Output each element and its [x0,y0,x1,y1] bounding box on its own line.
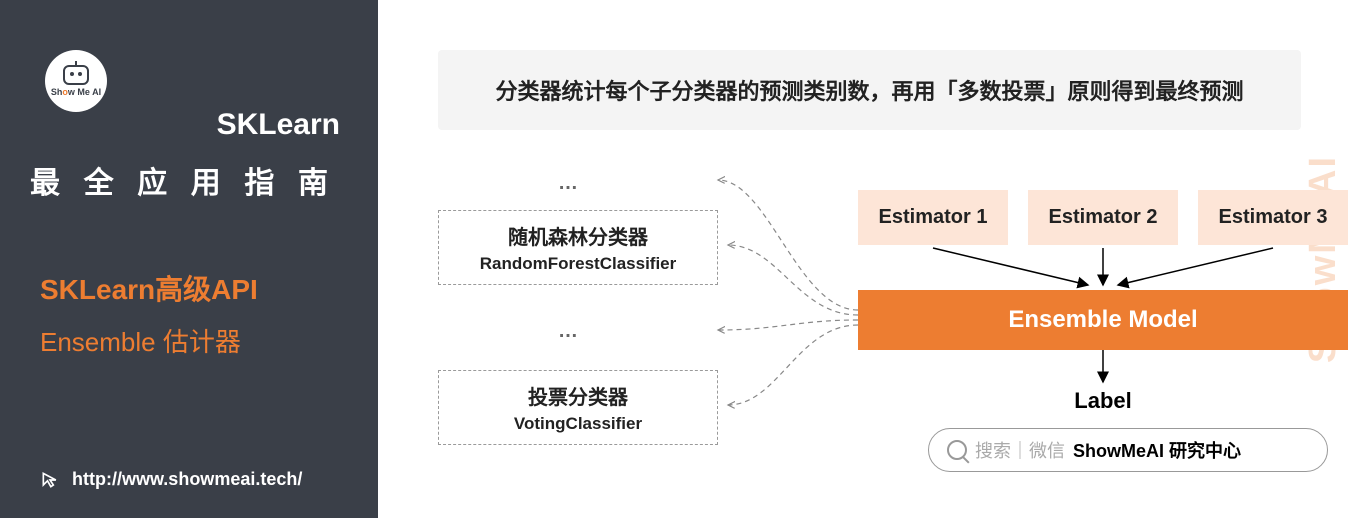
search-hint: 搜索｜微信 [975,437,1065,463]
logo-text: Show Me AI [51,87,101,97]
sidebar-ensemble-title: Ensemble 估计器 [40,322,241,359]
box-title: 随机森林分类器 [449,221,707,250]
estimator-3: Estimator 3 [1198,190,1348,245]
estimator-2: Estimator 2 [1028,190,1178,245]
box-subtitle: VotingClassifier [449,414,707,434]
sidebar-api-title: SKLearn高级API [40,268,258,308]
box-title: 投票分类器 [449,381,707,410]
logo: Show Me AI [45,50,107,112]
content: ShowMeAI 分类器统计每个子分类器的预测类别数，再用「多数投票」原则得到最… [378,0,1361,518]
ensemble-model-box: Ensemble Model [858,290,1348,350]
random-forest-box: 随机森林分类器 RandomForestClassifier [438,210,718,285]
estimator-1: Estimator 1 [858,190,1008,245]
sidebar-subtitle: 最全应用指南 [30,158,340,202]
sidebar-link[interactable]: http://www.showmeai.tech/ [40,469,302,490]
dots-1: … [558,172,578,195]
label-text: Label [858,388,1348,414]
diagram: … 随机森林分类器 RandomForestClassifier … 投票分类器… [418,150,1321,510]
dots-2: … [558,320,578,343]
box-subtitle: RandomForestClassifier [449,254,707,274]
headline: 分类器统计每个子分类器的预测类别数，再用「多数投票」原则得到最终预测 [438,50,1301,130]
search-box[interactable]: 搜索｜微信 ShowMeAI 研究中心 [928,428,1328,472]
search-icon [947,440,967,460]
sidebar: Show Me AI SKLearn 最全应用指南 SKLearn高级API E… [0,0,378,518]
sidebar-title: SKLearn [217,108,340,142]
search-brand: ShowMeAI 研究中心 [1073,437,1241,463]
cursor-icon [40,470,60,490]
voting-classifier-box: 投票分类器 VotingClassifier [438,370,718,445]
sidebar-url: http://www.showmeai.tech/ [72,469,302,490]
